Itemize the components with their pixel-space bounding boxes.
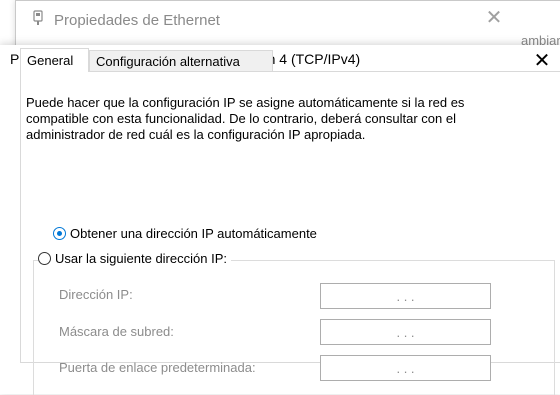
- subnet-mask-label: Máscara de subred:: [59, 324, 174, 339]
- network-adapter-icon: [32, 10, 44, 30]
- use-following-ip-radio[interactable]: Usar la siguiente dirección IP:: [38, 251, 231, 266]
- tab-general-label: General: [27, 53, 74, 68]
- dialog-close-button[interactable]: ✕: [528, 47, 556, 73]
- ethernet-window-title-text: Propiedades de Ethernet: [54, 11, 220, 29]
- obtain-ip-automatically-label: Obtener una dirección IP automáticamente: [70, 226, 317, 241]
- default-gateway-label: Puerta de enlace predeterminada:: [59, 360, 256, 375]
- ip-address-field[interactable]: . . .: [320, 283, 491, 309]
- subnet-mask-field[interactable]: . . .: [320, 319, 491, 345]
- ip-address-label: Dirección IP:: [59, 287, 133, 302]
- radio-unselected-icon: [38, 252, 51, 265]
- description-text: Puede hacer que la configuración IP se a…: [26, 95, 465, 142]
- radio-selected-icon: [53, 227, 66, 240]
- tab-general[interactable]: General: [20, 48, 89, 72]
- tab-alternate-configuration[interactable]: Configuración alternativa: [89, 50, 273, 72]
- use-following-ip-label: Usar la siguiente dirección IP:: [55, 251, 227, 266]
- close-icon: ✕: [485, 6, 503, 29]
- subnet-mask-dots: . . .: [396, 324, 415, 340]
- tab-alternate-label: Configuración alternativa: [96, 54, 240, 69]
- obtain-ip-automatically-radio[interactable]: Obtener una dirección IP automáticamente: [53, 226, 317, 241]
- ethernet-window-title: Propiedades de Ethernet: [32, 9, 220, 31]
- default-gateway-dots: . . .: [396, 360, 415, 376]
- ip-address-dots: . . .: [396, 288, 415, 304]
- default-gateway-field[interactable]: . . .: [320, 355, 491, 381]
- close-icon: ✕: [533, 49, 551, 72]
- ethernet-close-button[interactable]: ✕: [480, 5, 508, 29]
